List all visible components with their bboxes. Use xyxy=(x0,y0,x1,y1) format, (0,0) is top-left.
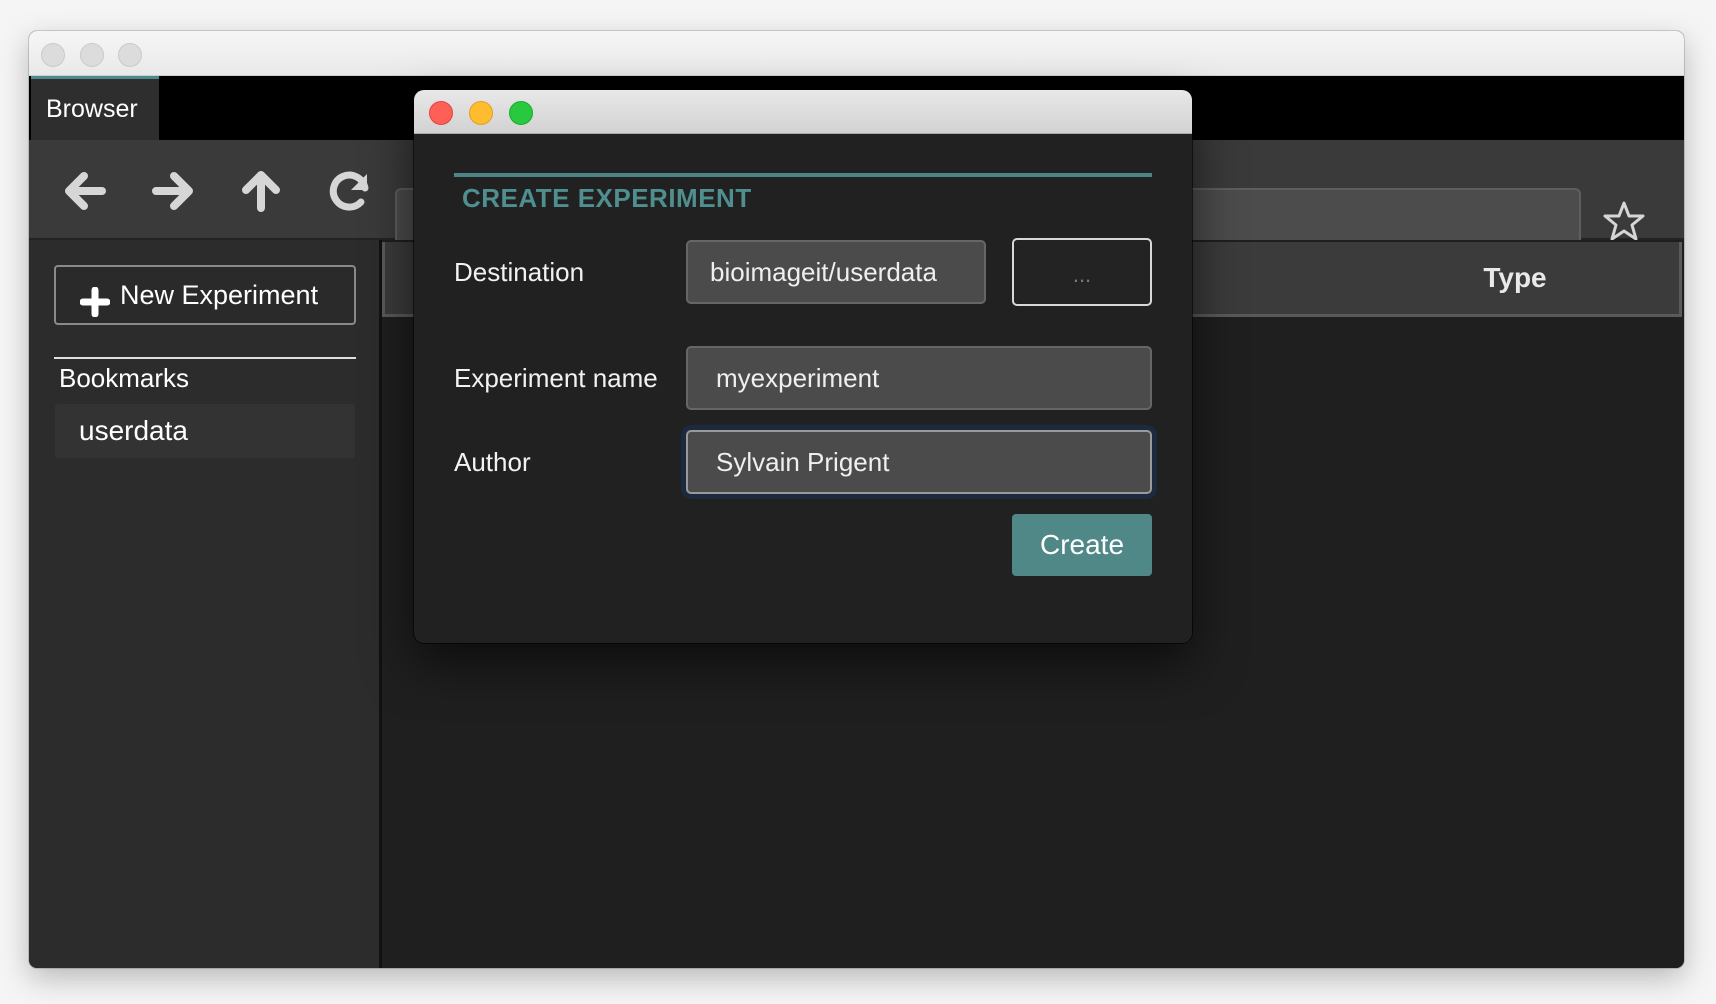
refresh-icon[interactable] xyxy=(327,168,373,214)
zoom-window-button[interactable] xyxy=(118,43,142,67)
bookmarks-title: Bookmarks xyxy=(59,363,190,393)
dialog-title: CREATE EXPERIMENT xyxy=(462,183,752,213)
destination-field[interactable]: bioimageit/userdata xyxy=(686,240,986,304)
destination-label: Destination xyxy=(454,257,585,287)
create-experiment-dialog: CREATE EXPERIMENT Destination bioimageit… xyxy=(414,90,1192,643)
author-field[interactable]: Sylvain Prigent xyxy=(686,430,1152,494)
sidebar: New Experiment Bookmarks userdata xyxy=(29,240,382,968)
experiment-name-label: Experiment name xyxy=(454,363,658,393)
dialog-title-rule xyxy=(454,173,1152,177)
new-experiment-button[interactable]: New Experiment xyxy=(54,265,356,325)
minimize-window-button[interactable] xyxy=(80,43,104,67)
star-icon[interactable] xyxy=(1603,200,1645,242)
author-label: Author xyxy=(454,447,531,477)
browse-destination-button[interactable]: ... xyxy=(1012,238,1152,306)
tab-browser[interactable]: Browser xyxy=(31,76,159,140)
dialog-titlebar[interactable] xyxy=(414,90,1192,134)
arrow-up-icon[interactable] xyxy=(238,168,284,214)
dialog-close-button[interactable] xyxy=(429,101,453,125)
bookmark-item-userdata[interactable]: userdata xyxy=(55,404,355,458)
dialog-minimize-button[interactable] xyxy=(469,101,493,125)
arrow-right-icon[interactable] xyxy=(150,168,196,214)
dialog-zoom-button[interactable] xyxy=(509,101,533,125)
plus-icon xyxy=(79,280,111,318)
arrow-left-icon[interactable] xyxy=(62,168,108,214)
new-experiment-label: New Experiment xyxy=(120,280,319,310)
column-header-type[interactable]: Type xyxy=(1365,242,1665,314)
window-titlebar[interactable] xyxy=(29,31,1684,76)
create-button[interactable]: Create xyxy=(1012,514,1152,576)
close-window-button[interactable] xyxy=(41,43,65,67)
experiment-name-field[interactable]: myexperiment xyxy=(686,346,1152,410)
